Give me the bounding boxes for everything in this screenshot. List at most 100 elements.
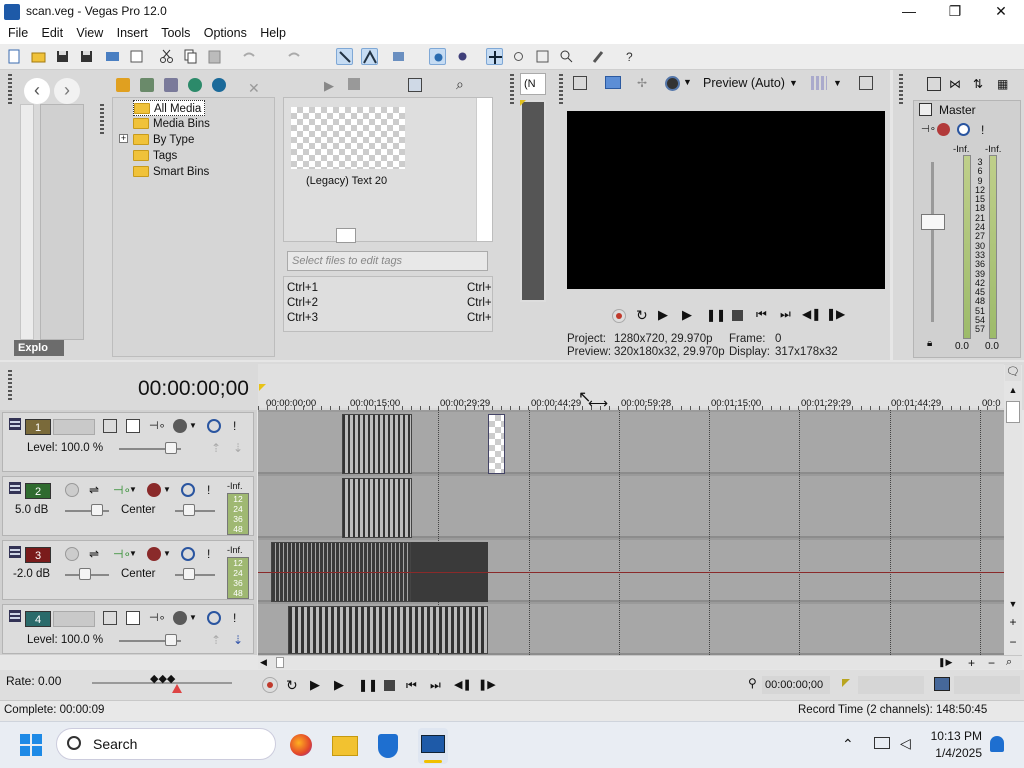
solo-icon[interactable]: ! (233, 419, 247, 433)
dock-grip[interactable] (559, 74, 563, 104)
track-motion-icon[interactable]: ⊣∘ (149, 611, 165, 625)
zoom-tool-icon[interactable]: ⌕ (1006, 656, 1012, 669)
go-to-start-icon[interactable]: ⏮ (756, 307, 767, 322)
zoom-in-icon[interactable]: + (1005, 615, 1021, 629)
start-preview-icon[interactable]: ▶ (324, 78, 334, 94)
make-compositing-child-icon[interactable] (126, 611, 140, 625)
scroll-thumb[interactable] (1006, 401, 1020, 423)
next-frame-icon[interactable]: ❚▶ (826, 307, 845, 321)
media-list-scrollbar[interactable] (476, 98, 492, 241)
properties-icon[interactable]: ▦ (997, 77, 1008, 91)
move-down-icon[interactable]: ⇣ (233, 633, 247, 647)
menu-file[interactable]: File (3, 24, 33, 42)
capture-video-icon[interactable] (140, 78, 154, 92)
timeline-vertical-scrollbar[interactable]: 🗨︎ ▲ ▼ + − (1004, 365, 1022, 660)
master-fader-track[interactable] (931, 162, 934, 322)
chevron-down-icon[interactable]: ▼ (163, 549, 171, 558)
next-frame-icon[interactable]: ❚▶ (478, 677, 500, 693)
chevron-down-icon[interactable]: ▼ (189, 421, 197, 430)
solo-icon[interactable]: ! (207, 547, 221, 561)
get-media-from-cd-icon[interactable] (164, 78, 178, 92)
media-list[interactable]: (Legacy) Text 20 (283, 97, 493, 243)
ignore-grouping-icon[interactable] (454, 48, 471, 65)
search-media-icon[interactable] (212, 78, 226, 92)
media-thumbnail[interactable] (291, 107, 405, 169)
zoom-in-icon[interactable]: + (968, 656, 975, 670)
tree-item-all-media[interactable]: All Media (133, 100, 206, 116)
downmix-icon[interactable]: ⋈ (949, 77, 961, 91)
go-to-start-icon[interactable]: ⏮ (406, 677, 422, 693)
redo-icon[interactable] (286, 48, 303, 65)
menu-options[interactable]: Options (199, 24, 252, 42)
dock-grip[interactable] (8, 74, 12, 104)
menu-view[interactable]: View (71, 24, 108, 42)
mute-icon[interactable] (181, 547, 195, 561)
new-project-icon[interactable] (6, 48, 23, 65)
tree-item-tags[interactable]: Tags (133, 148, 177, 164)
trimmer-strip[interactable] (520, 100, 546, 302)
track-motion-icon[interactable]: ⊣∘ (149, 419, 165, 433)
paste-icon[interactable] (206, 48, 223, 65)
dim-output-icon[interactable]: ⇅ (973, 77, 983, 91)
play-icon[interactable]: ▶ (334, 677, 350, 693)
close-button[interactable]: ✕ (978, 0, 1024, 24)
lock-icon[interactable]: 🔒︎ (927, 338, 932, 349)
menu-tools[interactable]: Tools (156, 24, 195, 42)
volume-slider-knob[interactable] (91, 504, 103, 516)
loop-region-marker[interactable] (259, 384, 266, 391)
ripple-edit-icon[interactable] (390, 48, 407, 65)
chevron-down-icon[interactable]: ▼ (833, 78, 842, 88)
copy-icon[interactable] (182, 48, 199, 65)
previous-frame-icon[interactable]: ◀❚ (454, 677, 476, 693)
move-down-icon[interactable]: ⇣ (233, 441, 247, 455)
chevron-down-icon[interactable]: ▼ (129, 549, 137, 558)
envelope-tool-icon[interactable] (510, 48, 527, 65)
arm-record-icon[interactable] (65, 547, 79, 561)
chevron-down-icon[interactable]: ▼ (189, 613, 197, 622)
cursor-position-timecode[interactable]: 00:00:00;00 (762, 676, 830, 694)
volume-envelope[interactable] (258, 572, 1004, 573)
dock-grip[interactable] (8, 370, 12, 400)
scroll-left-icon[interactable]: ◀ (260, 657, 267, 668)
zoom-out-icon[interactable]: − (1005, 635, 1021, 649)
loop-playback-icon[interactable]: ↻ (636, 307, 648, 324)
chevron-down-icon[interactable]: ▼ (129, 485, 137, 494)
chevron-down-icon[interactable]: ▼ (683, 77, 692, 87)
cut-icon[interactable] (158, 48, 175, 65)
mute-icon[interactable] (957, 123, 970, 136)
track-collapse-icon[interactable] (9, 546, 21, 558)
notification-bell-icon[interactable] (990, 736, 1004, 752)
whats-this-help-icon[interactable]: ? (622, 48, 639, 65)
move-up-icon[interactable]: ⇡ (211, 441, 225, 455)
pause-icon[interactable]: ❚❚ (706, 308, 726, 322)
expand-icon[interactable]: + (119, 134, 128, 143)
audio-event[interactable] (342, 478, 412, 538)
video-event[interactable] (288, 606, 488, 654)
zoom-tool-icon[interactable] (558, 48, 575, 65)
arm-record-icon[interactable] (65, 483, 79, 497)
back-button[interactable]: ‹ (24, 78, 50, 104)
menu-insert[interactable]: Insert (112, 24, 153, 42)
track-header-3[interactable]: 3 ⇌ ⊣∘ ▼ ▼ ! -2.0 dB Center -Inf. 12 24 … (2, 540, 254, 600)
forward-button[interactable]: › (54, 78, 80, 104)
insert-fx-icon[interactable]: ⊣∘ (921, 124, 936, 135)
loop-playback-icon[interactable]: ↻ (286, 677, 302, 693)
project-properties-icon[interactable] (573, 76, 587, 90)
zoom-out-icon[interactable]: − (988, 656, 995, 670)
vegas-app-icon[interactable] (4, 4, 20, 20)
clock-time[interactable]: 10:13 PM (928, 729, 982, 743)
video-preview-screen[interactable] (567, 111, 885, 289)
import-media-icon[interactable] (116, 78, 130, 92)
tags-input[interactable]: Select files to edit tags (287, 251, 488, 271)
track-name-field[interactable] (53, 419, 95, 435)
scroll-down-icon[interactable]: ▼ (1005, 599, 1021, 609)
track-header-4[interactable]: 4 ⊣∘ ▼ ! Level: 100.0 % ⇡ ⇣ (2, 604, 254, 654)
play-from-start-icon[interactable]: ▶ (658, 307, 668, 323)
remove-media-icon[interactable]: ✕ (248, 80, 260, 97)
chevron-up-icon[interactable]: ⌃ (842, 736, 854, 753)
file-explorer-icon[interactable] (332, 736, 358, 756)
pan-slider-knob[interactable] (183, 568, 195, 580)
master-fader-knob[interactable] (921, 214, 945, 230)
volume-slider-knob[interactable] (79, 568, 91, 580)
explorer-scrollbar[interactable] (20, 104, 34, 340)
